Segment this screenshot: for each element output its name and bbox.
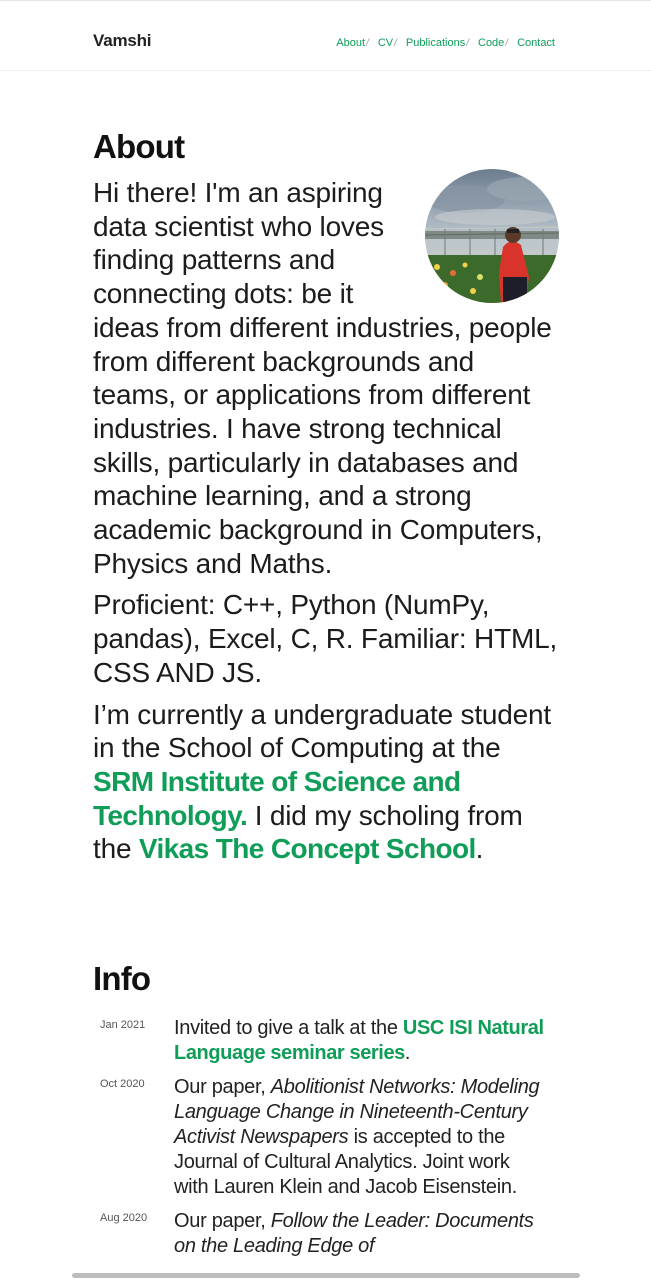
nav-link-publications[interactable]: Publications [406,37,465,49]
bio-intro: Hi there! I'm an aspiring data scientist… [93,176,559,580]
news-date: Jan 2021 [100,1019,146,1031]
news-text: Invited to give a talk at the USC ISI Na… [174,1017,544,1064]
news-text: Our paper, Follow the Leader: Documents … [174,1210,534,1257]
news-item: Aug 2020 Our paper, Follow the Leader: D… [93,1209,559,1259]
photo-spacer [409,176,559,306]
news-date: Oct 2020 [100,1078,145,1090]
news-date: Aug 2020 [100,1212,148,1224]
top-navbar: Vamshi About / CV / Publications / Code / Co… [0,0,651,71]
nav-separator: / [366,38,369,49]
nav-menu: About / CV / Publications / Code / Contact [336,37,555,49]
news-text: Our paper, Abolitionist Networks: Modeli… [174,1076,540,1198]
info-heading: Info [93,960,151,997]
about-bio: Hi there! I'm an aspiring data scientist… [93,176,559,874]
nav-separator: / [394,38,397,49]
vikas-school-link[interactable]: Vikas The Concept School [139,833,476,864]
news-item: Oct 2020 Our paper, Abolitionist Network… [93,1075,559,1200]
about-heading: About [93,128,185,165]
nav-separator: / [505,38,509,49]
nav-link-contact[interactable]: Contact [517,37,555,49]
bio-education: I’m currently a undergraduate student in… [93,698,551,865]
nav-separator: / [466,38,469,49]
bio-skills: Proficient: C++, Python (NumPy, pandas),… [93,589,558,688]
horizontal-scrollbar[interactable] [72,1273,580,1278]
news-list: Jan 2021 Invited to give a talk at the U… [93,1016,559,1268]
nav-link-about[interactable]: About [336,37,365,49]
nav-link-code[interactable]: Code [478,37,504,49]
news-item: Jan 2021 Invited to give a talk at the U… [93,1016,559,1066]
nav-link-cv[interactable]: CV [378,37,393,49]
site-brand[interactable]: Vamshi [93,31,152,51]
